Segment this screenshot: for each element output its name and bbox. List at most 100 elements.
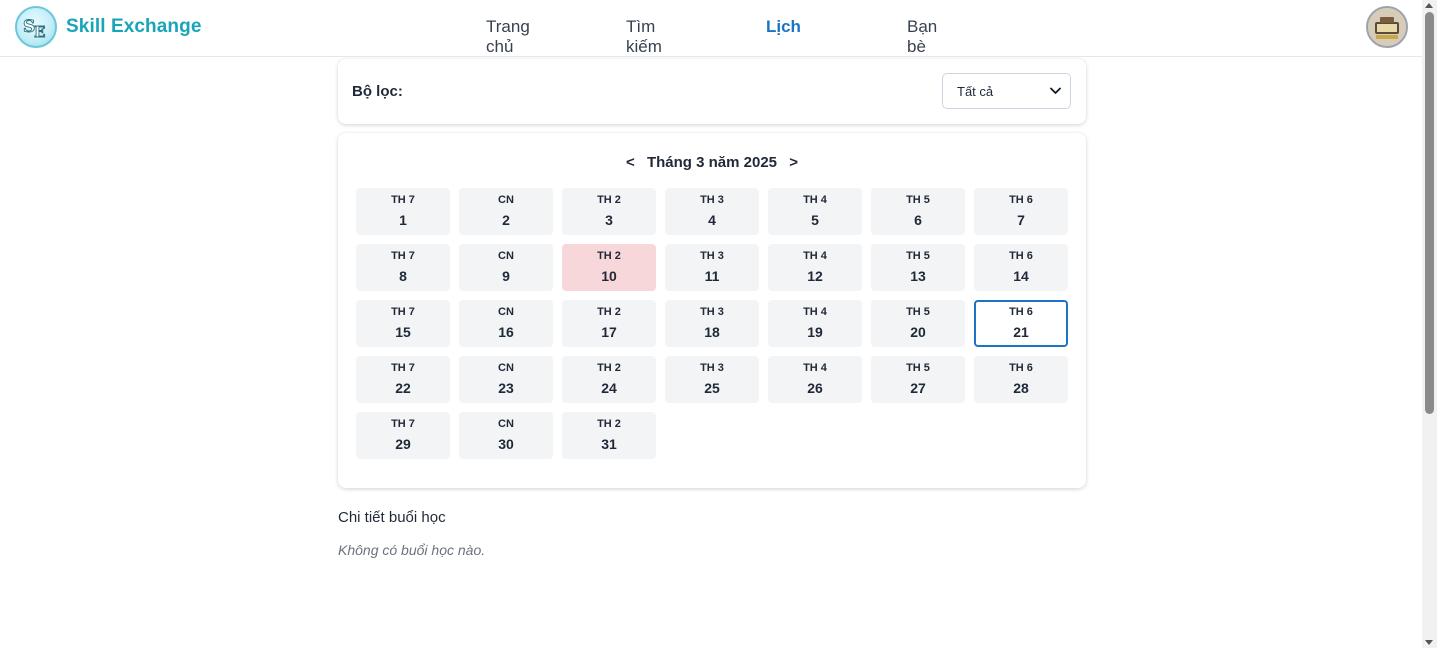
chevron-down-icon — [1050, 87, 1061, 94]
scroll-up-icon[interactable] — [1425, 3, 1433, 8]
day-of-week-label: TH 3 — [700, 306, 724, 318]
month-label: Tháng 3 năm 2025 — [646, 154, 778, 171]
calendar-day[interactable]: CN 2 — [459, 188, 553, 235]
day-number: 6 — [914, 212, 922, 228]
day-number: 27 — [910, 380, 926, 396]
calendar-day[interactable]: TH 7 15 — [356, 300, 450, 347]
calendar-day[interactable]: TH 6 21 — [974, 300, 1068, 347]
calendar-day[interactable]: TH 3 4 — [665, 188, 759, 235]
day-of-week-label: TH 6 — [1009, 194, 1033, 206]
day-of-week-label: TH 3 — [700, 362, 724, 374]
calendar-day[interactable]: TH 3 18 — [665, 300, 759, 347]
day-number: 8 — [399, 268, 407, 284]
skill-exchange-logo: S E — [15, 6, 57, 48]
calendar-day[interactable]: TH 5 20 — [871, 300, 965, 347]
day-of-week-label: TH 2 — [597, 362, 621, 374]
next-month-button[interactable]: > — [781, 154, 806, 171]
calendar-day[interactable]: TH 6 14 — [974, 244, 1068, 291]
calendar-day[interactable]: CN 23 — [459, 356, 553, 403]
day-of-week-label: TH 7 — [391, 250, 415, 262]
day-number: 7 — [1017, 212, 1025, 228]
calendar-day[interactable]: TH 7 1 — [356, 188, 450, 235]
day-of-week-label: TH 6 — [1009, 306, 1033, 318]
day-of-week-label: TH 6 — [1009, 250, 1033, 262]
filter-card: Bộ lọc: Tất cả — [338, 59, 1086, 124]
svg-text:E: E — [34, 23, 45, 41]
page-scrollbar[interactable] — [1422, 0, 1437, 648]
calendar-day[interactable]: TH 6 28 — [974, 356, 1068, 403]
calendar-day[interactable]: TH 4 12 — [768, 244, 862, 291]
scroll-thumb[interactable] — [1425, 12, 1434, 414]
nav-search[interactable]: Tìm kiếm — [626, 17, 662, 57]
brand[interactable]: S E Skill Exchange — [15, 6, 202, 48]
day-number: 16 — [498, 324, 514, 340]
day-of-week-label: TH 6 — [1009, 362, 1033, 374]
scroll-down-icon[interactable] — [1425, 640, 1433, 645]
calendar-day[interactable]: CN 30 — [459, 412, 553, 459]
day-number: 9 — [502, 268, 510, 284]
calendar-day[interactable]: TH 4 5 — [768, 188, 862, 235]
calendar-day[interactable]: TH 2 3 — [562, 188, 656, 235]
day-of-week-label: TH 7 — [391, 306, 415, 318]
day-number: 18 — [704, 324, 720, 340]
calendar-day[interactable]: TH 4 26 — [768, 356, 862, 403]
day-of-week-label: TH 5 — [906, 306, 930, 318]
day-of-week-label: TH 7 — [391, 194, 415, 206]
calendar-day[interactable]: TH 2 10 — [562, 244, 656, 291]
calendar-day[interactable]: TH 4 19 — [768, 300, 862, 347]
day-number: 25 — [704, 380, 720, 396]
avatar-image — [1368, 8, 1406, 46]
calendar-day[interactable]: TH 3 11 — [665, 244, 759, 291]
day-number: 4 — [708, 212, 716, 228]
calendar-day[interactable]: CN 9 — [459, 244, 553, 291]
day-of-week-label: TH 4 — [803, 306, 827, 318]
day-of-week-label: CN — [498, 194, 514, 206]
user-avatar[interactable] — [1366, 6, 1408, 48]
day-of-week-label: TH 2 — [597, 306, 621, 318]
calendar-day[interactable]: TH 5 27 — [871, 356, 965, 403]
filter-label: Bộ lọc: — [352, 83, 403, 100]
calendar-day[interactable]: TH 7 29 — [356, 412, 450, 459]
nav-friends[interactable]: Bạn bè — [907, 17, 937, 57]
calendar-header: < Tháng 3 năm 2025 > — [338, 154, 1086, 171]
day-number: 15 — [395, 324, 411, 340]
day-number: 19 — [807, 324, 823, 340]
day-number: 12 — [807, 268, 823, 284]
day-number: 2 — [502, 212, 510, 228]
calendar-day[interactable]: TH 2 31 — [562, 412, 656, 459]
day-number: 30 — [498, 436, 514, 452]
day-number: 13 — [910, 268, 926, 284]
day-number: 5 — [811, 212, 819, 228]
calendar-day[interactable]: TH 7 22 — [356, 356, 450, 403]
day-of-week-label: TH 3 — [700, 250, 724, 262]
day-of-week-label: TH 4 — [803, 362, 827, 374]
day-number: 1 — [399, 212, 407, 228]
calendar-day[interactable]: TH 5 6 — [871, 188, 965, 235]
day-of-week-label: CN — [498, 418, 514, 430]
prev-month-button[interactable]: < — [618, 154, 643, 171]
calendar-day[interactable]: TH 5 13 — [871, 244, 965, 291]
filter-select[interactable]: Tất cả — [942, 73, 1071, 109]
day-of-week-label: TH 2 — [597, 250, 621, 262]
filter-selected-value: Tất cả — [957, 83, 994, 99]
day-of-week-label: TH 5 — [906, 250, 930, 262]
calendar-day[interactable]: TH 6 7 — [974, 188, 1068, 235]
nav-calendar[interactable]: Lịch — [766, 17, 801, 37]
calendar-day[interactable]: TH 2 17 — [562, 300, 656, 347]
nav-home[interactable]: Trang chủ — [486, 17, 530, 57]
day-of-week-label: TH 5 — [906, 362, 930, 374]
calendar-day[interactable]: TH 2 24 — [562, 356, 656, 403]
day-number: 26 — [807, 380, 823, 396]
calendar-day[interactable]: TH 3 25 — [665, 356, 759, 403]
calendar-day[interactable]: TH 7 8 — [356, 244, 450, 291]
day-of-week-label: CN — [498, 250, 514, 262]
calendar-day[interactable]: CN 16 — [459, 300, 553, 347]
session-empty-message: Không có buổi học nào. — [338, 542, 486, 558]
day-of-week-label: TH 5 — [906, 194, 930, 206]
day-of-week-label: TH 3 — [700, 194, 724, 206]
day-number: 21 — [1013, 324, 1029, 340]
day-number: 17 — [601, 324, 617, 340]
day-number: 11 — [704, 268, 720, 284]
day-number: 3 — [605, 212, 613, 228]
brand-name: Skill Exchange — [66, 16, 202, 37]
